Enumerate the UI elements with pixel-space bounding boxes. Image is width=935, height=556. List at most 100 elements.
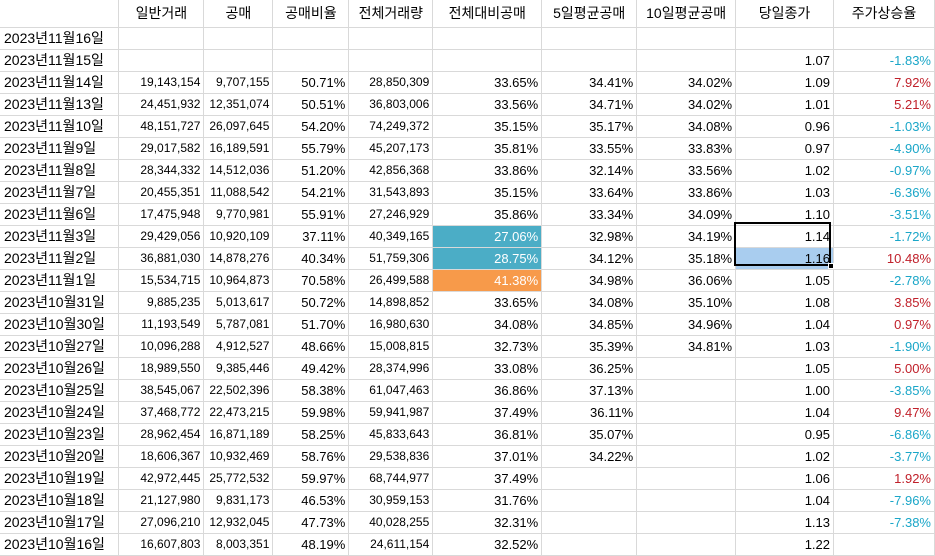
cell-avg10-short[interactable]: 34.08% bbox=[636, 115, 737, 138]
cell-short-ratio[interactable] bbox=[272, 49, 350, 72]
cell-total-volume[interactable] bbox=[348, 49, 434, 72]
cell-short-sale[interactable]: 5,787,081 bbox=[203, 313, 274, 336]
cell-avg5-short[interactable]: 33.55% bbox=[541, 137, 638, 160]
cell-short-ratio[interactable]: 49.42% bbox=[272, 357, 350, 380]
cell-price-change[interactable]: -3.77% bbox=[833, 445, 935, 468]
cell-short-vs-total[interactable]: 37.01% bbox=[432, 445, 543, 468]
cell-total-volume[interactable]: 36,803,006 bbox=[348, 93, 434, 116]
cell-close-price[interactable]: 1.01 bbox=[735, 93, 834, 116]
cell-avg10-short[interactable] bbox=[636, 423, 737, 446]
cell-date[interactable]: 2023년11월3일 bbox=[0, 225, 120, 248]
cell-date[interactable]: 2023년10월24일 bbox=[0, 401, 120, 424]
cell-date[interactable]: 2023년11월15일 bbox=[0, 49, 120, 72]
cell-close-price[interactable]: 0.96 bbox=[735, 115, 834, 138]
cell-price-change[interactable]: -6.86% bbox=[833, 423, 935, 446]
cell-date[interactable]: 2023년11월9일 bbox=[0, 137, 120, 160]
cell-short-sale[interactable]: 26,097,645 bbox=[203, 115, 274, 138]
cell-date[interactable]: 2023년10월20일 bbox=[0, 445, 120, 468]
cell-short-vs-total[interactable]: 33.08% bbox=[432, 357, 543, 380]
cell-general-trade[interactable]: 28,962,454 bbox=[118, 423, 205, 446]
cell-avg5-short[interactable]: 36.25% bbox=[541, 357, 638, 380]
cell-total-volume[interactable]: 59,941,987 bbox=[348, 401, 434, 424]
cell-general-trade[interactable]: 20,455,351 bbox=[118, 181, 205, 204]
cell-short-ratio[interactable]: 40.34% bbox=[272, 247, 350, 270]
cell-avg10-short[interactable] bbox=[636, 49, 737, 72]
cell-total-volume[interactable]: 40,349,165 bbox=[348, 225, 434, 248]
cell-general-trade[interactable]: 16,607,803 bbox=[118, 533, 205, 556]
header-cell-short-sale[interactable]: 공매 bbox=[203, 0, 274, 28]
cell-close-price[interactable]: 1.10 bbox=[735, 203, 834, 226]
cell-short-ratio[interactable]: 55.91% bbox=[272, 203, 350, 226]
cell-short-vs-total[interactable]: 32.73% bbox=[432, 335, 543, 358]
header-cell-general-trade[interactable]: 일반거래 bbox=[118, 0, 205, 28]
header-cell-avg10-short[interactable]: 10일평균공매 bbox=[636, 0, 737, 28]
cell-total-volume[interactable] bbox=[348, 27, 434, 50]
cell-avg5-short[interactable]: 35.17% bbox=[541, 115, 638, 138]
cell-short-vs-total[interactable]: 36.81% bbox=[432, 423, 543, 446]
cell-avg10-short[interactable]: 34.81% bbox=[636, 335, 737, 358]
cell-short-vs-total[interactable]: 34.08% bbox=[432, 313, 543, 336]
cell-total-volume[interactable]: 61,047,463 bbox=[348, 379, 434, 402]
cell-short-vs-total[interactable]: 37.49% bbox=[432, 467, 543, 490]
cell-general-trade[interactable]: 18,606,367 bbox=[118, 445, 205, 468]
cell-total-volume[interactable]: 31,543,893 bbox=[348, 181, 434, 204]
cell-short-ratio[interactable] bbox=[272, 27, 350, 50]
cell-date[interactable]: 2023년11월10일 bbox=[0, 115, 120, 138]
cell-date[interactable]: 2023년10월23일 bbox=[0, 423, 120, 446]
cell-date[interactable]: 2023년10월26일 bbox=[0, 357, 120, 380]
cell-short-ratio[interactable]: 37.11% bbox=[272, 225, 350, 248]
cell-close-price[interactable]: 1.05 bbox=[735, 357, 834, 380]
cell-total-volume[interactable]: 15,008,815 bbox=[348, 335, 434, 358]
cell-short-ratio[interactable]: 58.76% bbox=[272, 445, 350, 468]
cell-short-sale[interactable] bbox=[203, 49, 274, 72]
cell-price-change[interactable]: -1.90% bbox=[833, 335, 935, 358]
cell-short-vs-total[interactable]: 27.06% bbox=[432, 225, 543, 248]
cell-short-vs-total[interactable]: 33.65% bbox=[432, 291, 543, 314]
header-cell-avg5-short[interactable]: 5일평균공매 bbox=[541, 0, 638, 28]
cell-total-volume[interactable]: 29,538,836 bbox=[348, 445, 434, 468]
cell-price-change[interactable]: -7.96% bbox=[833, 489, 935, 512]
cell-avg5-short[interactable]: 33.34% bbox=[541, 203, 638, 226]
cell-short-ratio[interactable]: 54.20% bbox=[272, 115, 350, 138]
cell-short-sale[interactable]: 9,385,446 bbox=[203, 357, 274, 380]
cell-short-ratio[interactable]: 48.19% bbox=[272, 533, 350, 556]
cell-short-ratio[interactable]: 51.70% bbox=[272, 313, 350, 336]
cell-close-price[interactable]: 1.13 bbox=[735, 511, 834, 534]
cell-general-trade[interactable]: 48,151,727 bbox=[118, 115, 205, 138]
cell-total-volume[interactable]: 45,207,173 bbox=[348, 137, 434, 160]
cell-date[interactable]: 2023년10월25일 bbox=[0, 379, 120, 402]
cell-short-sale[interactable]: 10,932,469 bbox=[203, 445, 274, 468]
cell-general-trade[interactable]: 28,344,332 bbox=[118, 159, 205, 182]
header-cell-short-ratio[interactable]: 공매비율 bbox=[272, 0, 350, 28]
cell-short-ratio[interactable]: 51.20% bbox=[272, 159, 350, 182]
cell-short-vs-total[interactable]: 32.52% bbox=[432, 533, 543, 556]
cell-short-sale[interactable]: 10,920,109 bbox=[203, 225, 274, 248]
cell-short-vs-total[interactable]: 35.86% bbox=[432, 203, 543, 226]
cell-close-price[interactable]: 1.08 bbox=[735, 291, 834, 314]
cell-close-price[interactable]: 1.05 bbox=[735, 269, 834, 292]
cell-short-sale[interactable]: 9,831,173 bbox=[203, 489, 274, 512]
cell-avg10-short[interactable]: 34.96% bbox=[636, 313, 737, 336]
cell-short-vs-total[interactable]: 35.15% bbox=[432, 181, 543, 204]
cell-short-vs-total[interactable]: 33.56% bbox=[432, 93, 543, 116]
cell-short-vs-total[interactable]: 36.86% bbox=[432, 379, 543, 402]
cell-general-trade[interactable]: 9,885,235 bbox=[118, 291, 205, 314]
cell-short-sale[interactable]: 14,512,036 bbox=[203, 159, 274, 182]
cell-short-sale[interactable]: 11,088,542 bbox=[203, 181, 274, 204]
cell-avg10-short[interactable]: 35.10% bbox=[636, 291, 737, 314]
cell-avg10-short[interactable]: 34.19% bbox=[636, 225, 737, 248]
cell-avg5-short[interactable] bbox=[541, 27, 638, 50]
cell-avg10-short[interactable]: 34.02% bbox=[636, 71, 737, 94]
cell-avg10-short[interactable] bbox=[636, 357, 737, 380]
cell-short-vs-total[interactable] bbox=[432, 49, 543, 72]
cell-total-volume[interactable]: 27,246,929 bbox=[348, 203, 434, 226]
cell-price-change[interactable]: 10.48% bbox=[833, 247, 935, 270]
cell-short-sale[interactable] bbox=[203, 27, 274, 50]
cell-avg10-short[interactable]: 33.56% bbox=[636, 159, 737, 182]
cell-price-change[interactable]: 9.47% bbox=[833, 401, 935, 424]
cell-date[interactable]: 2023년11월16일 bbox=[0, 27, 120, 50]
cell-total-volume[interactable]: 51,759,306 bbox=[348, 247, 434, 270]
cell-price-change[interactable]: -1.83% bbox=[833, 49, 935, 72]
cell-close-price[interactable]: 1.06 bbox=[735, 467, 834, 490]
cell-price-change[interactable]: -0.97% bbox=[833, 159, 935, 182]
